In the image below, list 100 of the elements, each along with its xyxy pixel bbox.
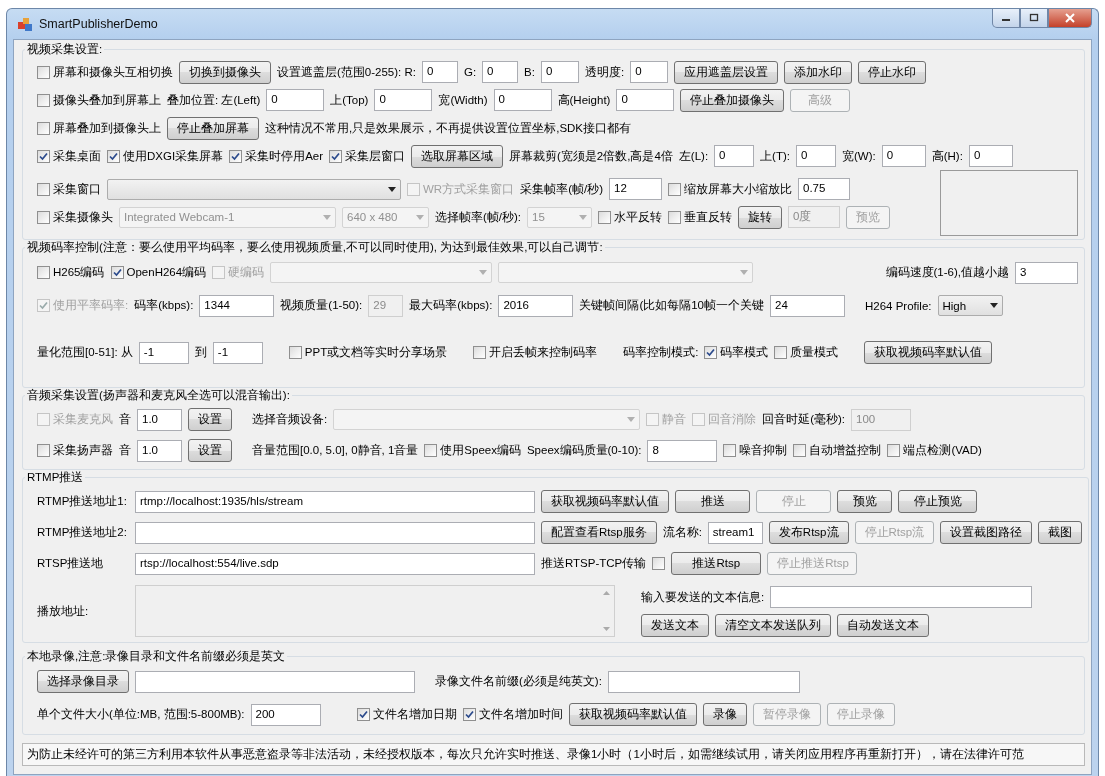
checkbox-label[interactable]: 使用DXGI采集屏幕 (123, 148, 224, 164)
checkbox[interactable] (473, 346, 487, 359)
input-field[interactable] (135, 670, 415, 693)
checkbox[interactable] (37, 444, 50, 457)
input-field[interactable]: -1 (212, 341, 263, 364)
checkbox-label[interactable]: 采集窗口 (53, 181, 101, 197)
maximize-button[interactable] (1020, 9, 1048, 28)
button[interactable]: 配置查看Rtsp服务 (541, 521, 657, 544)
button[interactable]: 发布Rtsp流 (768, 521, 849, 544)
checkbox[interactable] (37, 210, 50, 224)
checkbox[interactable] (704, 346, 718, 359)
input-field[interactable] (770, 586, 1033, 608)
button[interactable]: 添加水印 (784, 60, 853, 84)
input-field[interactable]: 1344 (199, 294, 275, 317)
button[interactable]: 选取屏幕区域 (411, 144, 504, 168)
checkbox[interactable] (37, 182, 50, 196)
button[interactable]: 旋转 (738, 205, 783, 229)
button[interactable]: 清空文本发送队列 (715, 613, 831, 637)
dropdown[interactable]: High (937, 295, 1003, 316)
button[interactable]: 录像 (702, 703, 747, 726)
checkbox-label[interactable]: 开启丢帧来控制码率 (489, 345, 598, 360)
button[interactable]: 切换到摄像头 (179, 60, 271, 84)
checkbox-label[interactable]: 采集扬声器 (53, 443, 113, 458)
button[interactable]: 推送 (675, 490, 750, 513)
input-field[interactable]: 3 (1015, 261, 1078, 284)
input-field[interactable]: 0 (630, 61, 669, 83)
input-field[interactable]: 0 (482, 61, 519, 83)
checkbox[interactable] (668, 182, 682, 196)
checkbox[interactable] (288, 346, 302, 359)
button[interactable]: 停止水印 (858, 60, 927, 84)
input-field[interactable]: 0 (714, 145, 755, 167)
checkbox-label[interactable]: 文件名增加日期 (372, 707, 457, 722)
button[interactable]: 自动发送文本 (837, 613, 929, 637)
checkbox-label[interactable]: 文件名增加时间 (478, 707, 563, 722)
input-field[interactable]: 0 (541, 61, 579, 83)
input-field[interactable]: 2016 (498, 294, 574, 317)
checkbox[interactable] (37, 93, 50, 107)
checkbox[interactable] (793, 444, 807, 457)
input-field[interactable] (135, 521, 535, 544)
checkbox[interactable] (229, 149, 243, 163)
input-field[interactable]: 8 (647, 439, 718, 462)
input-field[interactable]: 0 (266, 89, 325, 111)
checkbox-label[interactable]: 摄像头叠加到屏幕上 (53, 92, 161, 108)
input-field[interactable]: 0 (968, 145, 1013, 167)
checkbox-label[interactable]: 屏幕和摄像头互相切换 (53, 64, 173, 80)
button[interactable]: 停止叠加摄像头 (680, 88, 785, 112)
input-field[interactable]: stream1 (707, 521, 763, 544)
input-field[interactable]: 0 (616, 89, 675, 111)
checkbox-label[interactable]: 码率模式 (720, 345, 769, 360)
checkbox[interactable] (37, 149, 50, 163)
checkbox-label[interactable]: 端点检测(VAD) (903, 443, 982, 458)
checkbox[interactable] (37, 121, 50, 135)
input-field[interactable]: 0.75 (798, 178, 851, 200)
checkbox[interactable] (329, 149, 343, 163)
checkbox-label[interactable]: 使用Speex编码 (440, 443, 521, 458)
button[interactable]: 设置截图路径 (940, 521, 1033, 544)
input-field[interactable]: 1.0 (137, 439, 182, 462)
checkbox[interactable] (37, 65, 50, 79)
input-field[interactable]: 12 (609, 178, 663, 200)
checkbox-label[interactable]: 自动增益控制 (809, 443, 882, 458)
input-field[interactable]: 1.0 (137, 408, 182, 431)
button[interactable]: 推送Rtsp (671, 552, 762, 575)
checkbox[interactable] (774, 346, 788, 359)
input-field[interactable]: -1 (138, 341, 189, 364)
checkbox-label[interactable]: 垂直反转 (684, 209, 733, 225)
button[interactable]: 设置 (188, 408, 232, 431)
input-field[interactable]: rtmp://localhost:1935/hls/stream (135, 490, 535, 513)
dropdown[interactable] (107, 178, 401, 200)
checkbox-label[interactable]: 缩放屏幕大小缩放比 (684, 181, 793, 197)
checkbox[interactable] (110, 266, 124, 279)
checkbox[interactable] (462, 708, 476, 721)
input-field[interactable]: 0 (493, 89, 552, 111)
button[interactable]: 获取视频码率默认值 (541, 490, 669, 513)
checkbox-label[interactable]: 采集摄像头 (53, 209, 113, 225)
checkbox[interactable] (668, 210, 682, 224)
checkbox[interactable] (37, 266, 50, 279)
checkbox[interactable] (424, 444, 438, 457)
input-field[interactable]: 200 (250, 703, 321, 726)
checkbox[interactable] (652, 557, 666, 570)
checkbox[interactable] (598, 210, 612, 224)
input-field[interactable]: 0 (881, 145, 926, 167)
minimize-button[interactable] (992, 9, 1020, 28)
input-field[interactable]: 0 (421, 61, 458, 83)
checkbox-label[interactable]: 采集时停用Aer (245, 148, 324, 164)
button[interactable]: 停止预览 (898, 490, 977, 513)
input-field[interactable]: 0 (796, 145, 836, 167)
checkbox-label[interactable]: OpenH264编码 (126, 265, 207, 280)
checkbox-label[interactable]: 质量模式 (790, 345, 839, 360)
checkbox[interactable] (887, 444, 901, 457)
button[interactable]: 预览 (837, 490, 892, 513)
checkbox-label[interactable]: 采集桌面 (53, 148, 101, 164)
close-button[interactable] (1048, 9, 1092, 28)
button[interactable]: 设置 (188, 439, 232, 462)
input-field[interactable]: 24 (770, 294, 845, 317)
checkbox-label[interactable]: 屏幕叠加到摄像头上 (53, 120, 161, 136)
button[interactable]: 选择录像目录 (37, 670, 129, 693)
button[interactable]: 发送文本 (641, 613, 709, 637)
button[interactable]: 截图 (1038, 521, 1083, 544)
input-field[interactable]: 0 (374, 89, 433, 111)
checkbox-label[interactable]: H265编码 (53, 265, 105, 280)
